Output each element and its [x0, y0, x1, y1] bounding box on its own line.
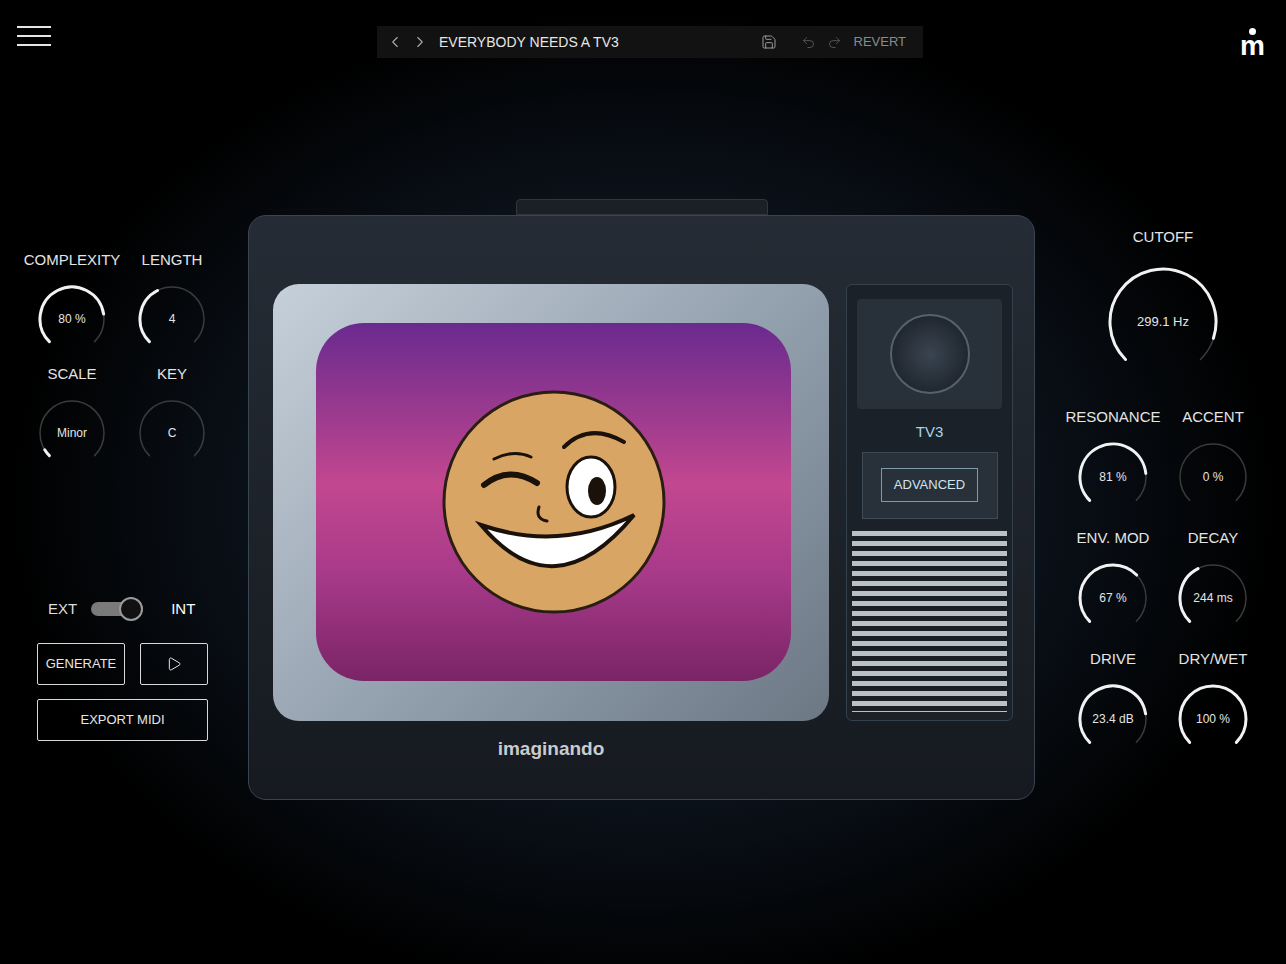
previous-preset-icon[interactable] [386, 33, 404, 51]
tv-screen [316, 323, 791, 681]
knob[interactable]: DRIVE 23.4 dB [1063, 649, 1163, 755]
knob-label: RESONANCE [1065, 407, 1160, 427]
knob-label: ENV. MOD [1077, 528, 1150, 548]
toggle-switch[interactable] [91, 597, 143, 621]
knob-value: 67 % [1099, 589, 1126, 607]
knob-label: KEY [157, 364, 187, 384]
knob-dial[interactable]: 4 [137, 284, 207, 354]
knob[interactable]: ENV. MOD 67 % [1063, 528, 1163, 634]
knob-value: 81 % [1099, 468, 1126, 486]
knob[interactable]: COMPLEXITY 80 % [22, 250, 122, 354]
knob-value: 23.4 dB [1092, 710, 1133, 728]
tv-body: TV3 ADVANCED imaginando [248, 215, 1035, 800]
undo-icon[interactable] [801, 35, 816, 50]
sequencer-panel: COMPLEXITY 80 % LENGTH 4 SCALE Minor KEY C EXT IN… [0, 58, 230, 741]
toggle-option[interactable]: EXT [48, 598, 77, 621]
knob-dial[interactable]: 67 % [1077, 562, 1149, 634]
knob[interactable]: SCALE Minor [22, 364, 122, 468]
main-area: COMPLEXITY 80 % LENGTH 4 SCALE Minor KEY C EXT IN… [0, 58, 1286, 800]
knob-dial[interactable]: 100 % [1177, 683, 1249, 755]
revert-button[interactable]: REVERT [854, 32, 907, 52]
knob-value: 0 % [1203, 468, 1224, 486]
knob-dial[interactable]: 81 % [1077, 441, 1149, 513]
plugin-window: EVERYBODY NEEDS A TV3 REVERT m COMPLEXITY 80… [0, 0, 1286, 964]
knob-label: ACCENT [1182, 407, 1244, 427]
knob-label: COMPLEXITY [24, 250, 121, 270]
toggle-option[interactable]: INT [171, 598, 195, 621]
preset-bar: EVERYBODY NEEDS A TV3 REVERT [377, 26, 923, 58]
next-preset-icon[interactable] [411, 33, 429, 51]
knob-dial[interactable]: 23.4 dB [1077, 683, 1149, 755]
tv-brand: imaginando [498, 735, 605, 764]
knob-value: 100 % [1196, 710, 1230, 728]
speaker-grille [852, 531, 1007, 713]
knob-value: Minor [57, 424, 87, 442]
generate-button[interactable]: GENERATE [37, 643, 125, 685]
knob-label: SCALE [47, 364, 96, 384]
knob-dial[interactable]: 299.1 Hz [1107, 266, 1219, 378]
advanced-button[interactable]: ADVANCED [881, 468, 978, 502]
source-toggle[interactable]: EXT INT [37, 597, 208, 621]
knob[interactable]: KEY C [122, 364, 222, 468]
knob-label: DECAY [1188, 528, 1239, 548]
knob[interactable]: DECAY 244 ms [1163, 528, 1263, 634]
brand-logo: m [1240, 28, 1265, 57]
tv-area: TV3 ADVANCED imaginando [230, 58, 1063, 800]
knob-value: 244 ms [1193, 589, 1232, 607]
knob-value: 4 [169, 310, 176, 328]
knob-label: CUTOFF [1133, 227, 1194, 247]
channel-dial-icon [890, 314, 970, 394]
knob-dial[interactable]: 0 % [1177, 441, 1249, 513]
tv-control-panel: TV3 ADVANCED [846, 284, 1013, 721]
tv-handle [516, 199, 768, 215]
top-bar: EVERYBODY NEEDS A TV3 REVERT m [0, 26, 1286, 58]
tv-bezel [273, 284, 829, 721]
play-button[interactable] [140, 643, 208, 685]
knob-value: C [168, 424, 177, 442]
redo-icon[interactable] [827, 35, 842, 50]
menu-icon[interactable] [17, 26, 51, 46]
knob-dial[interactable]: C [137, 398, 207, 468]
knob-dial[interactable]: 80 % [37, 284, 107, 354]
knob[interactable]: ACCENT 0 % [1163, 407, 1263, 513]
knob-dial[interactable]: 244 ms [1177, 562, 1249, 634]
knob-value: 299.1 Hz [1137, 312, 1189, 332]
knob-label: DRY/WET [1179, 649, 1248, 669]
knob-label: DRIVE [1090, 649, 1136, 669]
knob[interactable]: LENGTH 4 [122, 250, 222, 354]
synth-panel: CUTOFF 299.1 Hz RESONANCE 81 % ACCENT 0 % ENV.… [1063, 58, 1263, 755]
knob[interactable]: RESONANCE 81 % [1063, 407, 1163, 513]
export-midi-button[interactable]: EXPORT MIDI [37, 699, 208, 741]
smiley-face-icon [439, 387, 669, 617]
knob-dial[interactable]: Minor [37, 398, 107, 468]
knob[interactable]: CUTOFF 299.1 Hz [1107, 227, 1219, 378]
play-icon [166, 656, 182, 672]
knob-value: 80 % [58, 310, 85, 328]
knob[interactable]: DRY/WET 100 % [1163, 649, 1263, 755]
save-icon[interactable] [761, 34, 777, 50]
preset-name[interactable]: EVERYBODY NEEDS A TV3 [439, 32, 619, 53]
knob-label: LENGTH [142, 250, 203, 270]
model-label: TV3 [916, 421, 944, 444]
